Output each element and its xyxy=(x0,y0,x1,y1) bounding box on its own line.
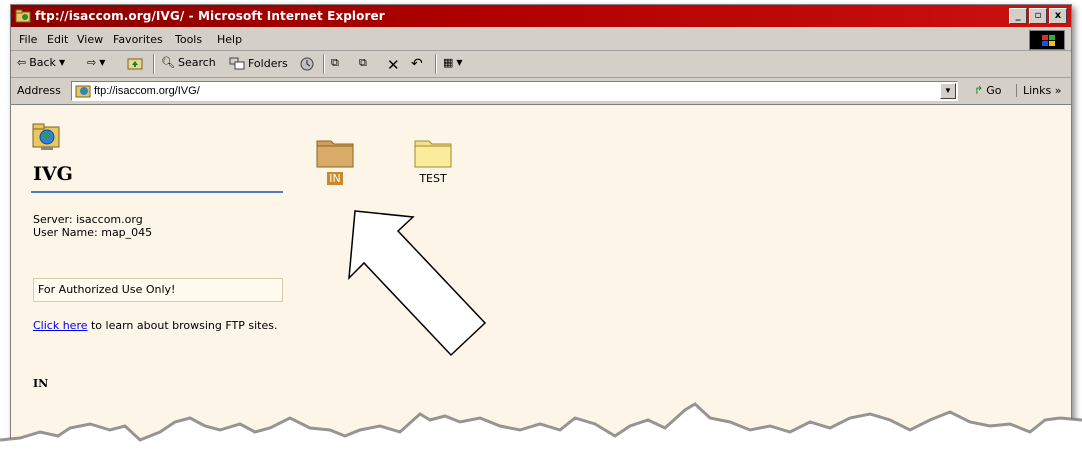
copy-to-button[interactable]: ⧉ xyxy=(359,56,367,70)
history-icon xyxy=(300,57,314,71)
login-notice: For Authorized Use Only! xyxy=(33,278,283,302)
folder-test[interactable]: TEST xyxy=(407,135,459,185)
forward-button[interactable]: ⇨ ▼ xyxy=(87,56,105,69)
search-icon: 🔍︎ xyxy=(161,56,175,69)
server-info: Server: isaccom.org User Name: map_045 xyxy=(33,213,152,239)
folders-button[interactable]: Folders xyxy=(229,56,288,70)
undo-button[interactable]: ↶ xyxy=(411,56,423,72)
user-line: User Name: map_045 xyxy=(33,226,153,239)
server-line: Server: isaccom.org xyxy=(33,213,143,226)
go-label: Go xyxy=(986,84,1002,97)
forward-dropdown-icon[interactable]: ▼ xyxy=(99,58,105,67)
maximize-button[interactable]: ▫ xyxy=(1029,8,1047,24)
menu-bar: File Edit View Favorites Tools Help xyxy=(11,28,1071,51)
help-text: Click here to learn about browsing FTP s… xyxy=(33,319,293,332)
back-button[interactable]: ⇦ Back ▼ xyxy=(17,56,65,69)
toolbar-separator xyxy=(435,54,437,74)
ftp-folder-icon xyxy=(15,9,31,23)
history-button[interactable] xyxy=(299,56,315,72)
help-link[interactable]: Click here xyxy=(33,319,88,332)
folder-title: IVG xyxy=(33,163,73,185)
selected-item-name: IN xyxy=(33,377,49,390)
help-description: to learn about browsing FTP sites. xyxy=(87,319,278,332)
minimize-button[interactable]: _ xyxy=(1009,8,1027,24)
back-label: Back xyxy=(29,56,56,69)
toolbar-separator xyxy=(153,54,155,74)
notice-text: For Authorized Use Only! xyxy=(38,283,176,296)
folders-icon xyxy=(229,57,245,70)
address-dropdown-icon[interactable]: ▼ xyxy=(940,83,956,99)
address-text: ftp://isaccom.org/IVG/ xyxy=(94,85,200,97)
toolbar-separator xyxy=(323,54,325,74)
ie-window: ftp://isaccom.org/IVG/ - Microsoft Inter… xyxy=(10,4,1072,458)
back-arrow-icon: ⇦ xyxy=(17,56,27,69)
folder-label: TEST xyxy=(419,172,447,185)
delete-button[interactable]: ✕ xyxy=(387,56,400,74)
links-button[interactable]: Links » xyxy=(1016,84,1061,97)
folder-in[interactable]: IN xyxy=(309,135,361,185)
search-button[interactable]: 🔍︎ Search xyxy=(161,56,216,69)
menu-favorites[interactable]: Favorites xyxy=(113,33,163,46)
go-arrow-icon: ↱ xyxy=(974,84,984,97)
address-bar: Address ftp://isaccom.org/IVG/ ▼ ↱ Go Li… xyxy=(11,78,1071,105)
views-icon: ▦ xyxy=(443,56,454,69)
copy-to-icon: ⧉ xyxy=(359,56,367,69)
up-folder-button[interactable] xyxy=(127,56,143,70)
ftp-folder-large-icon xyxy=(32,123,60,150)
back-dropdown-icon[interactable]: ▼ xyxy=(59,58,65,67)
folder-icon xyxy=(414,140,452,168)
address-label: Address xyxy=(17,84,61,97)
close-button[interactable]: x xyxy=(1049,8,1067,24)
move-to-button[interactable]: ⧉ xyxy=(331,56,339,70)
title-divider xyxy=(31,191,283,193)
ftp-globe-icon xyxy=(75,85,91,98)
up-folder-icon xyxy=(127,58,143,70)
folders-label: Folders xyxy=(248,56,288,70)
delete-icon: ✕ xyxy=(387,56,400,74)
windows-logo-icon xyxy=(1029,30,1065,50)
views-button[interactable]: ▦ ▼ xyxy=(443,56,463,69)
address-input[interactable]: ftp://isaccom.org/IVG/ ▼ xyxy=(71,81,958,101)
menu-view[interactable]: View xyxy=(77,33,103,46)
menu-help[interactable]: Help xyxy=(217,33,242,46)
undo-icon: ↶ xyxy=(411,56,423,72)
forward-arrow-icon: ⇨ xyxy=(87,56,97,69)
menu-file[interactable]: File xyxy=(19,33,37,46)
folder-view: IVG Server: isaccom.org User Name: map_0… xyxy=(11,105,1071,457)
title-bar[interactable]: ftp://isaccom.org/IVG/ - Microsoft Inter… xyxy=(11,5,1071,27)
search-label: Search xyxy=(177,56,216,69)
move-to-icon: ⧉ xyxy=(331,56,339,69)
standard-toolbar: ⇦ Back ▼ ⇨ ▼ 🔍︎ Search Folders ⧉ ⧉ ✕ ↶ ▦… xyxy=(11,51,1071,78)
views-dropdown-icon[interactable]: ▼ xyxy=(456,58,462,67)
go-button[interactable]: ↱ Go xyxy=(974,84,1001,97)
folder-icon xyxy=(316,140,354,168)
menu-tools[interactable]: Tools xyxy=(175,33,202,46)
menu-edit[interactable]: Edit xyxy=(47,33,68,46)
folder-label: IN xyxy=(327,172,343,185)
window-title: ftp://isaccom.org/IVG/ - Microsoft Inter… xyxy=(35,9,385,23)
